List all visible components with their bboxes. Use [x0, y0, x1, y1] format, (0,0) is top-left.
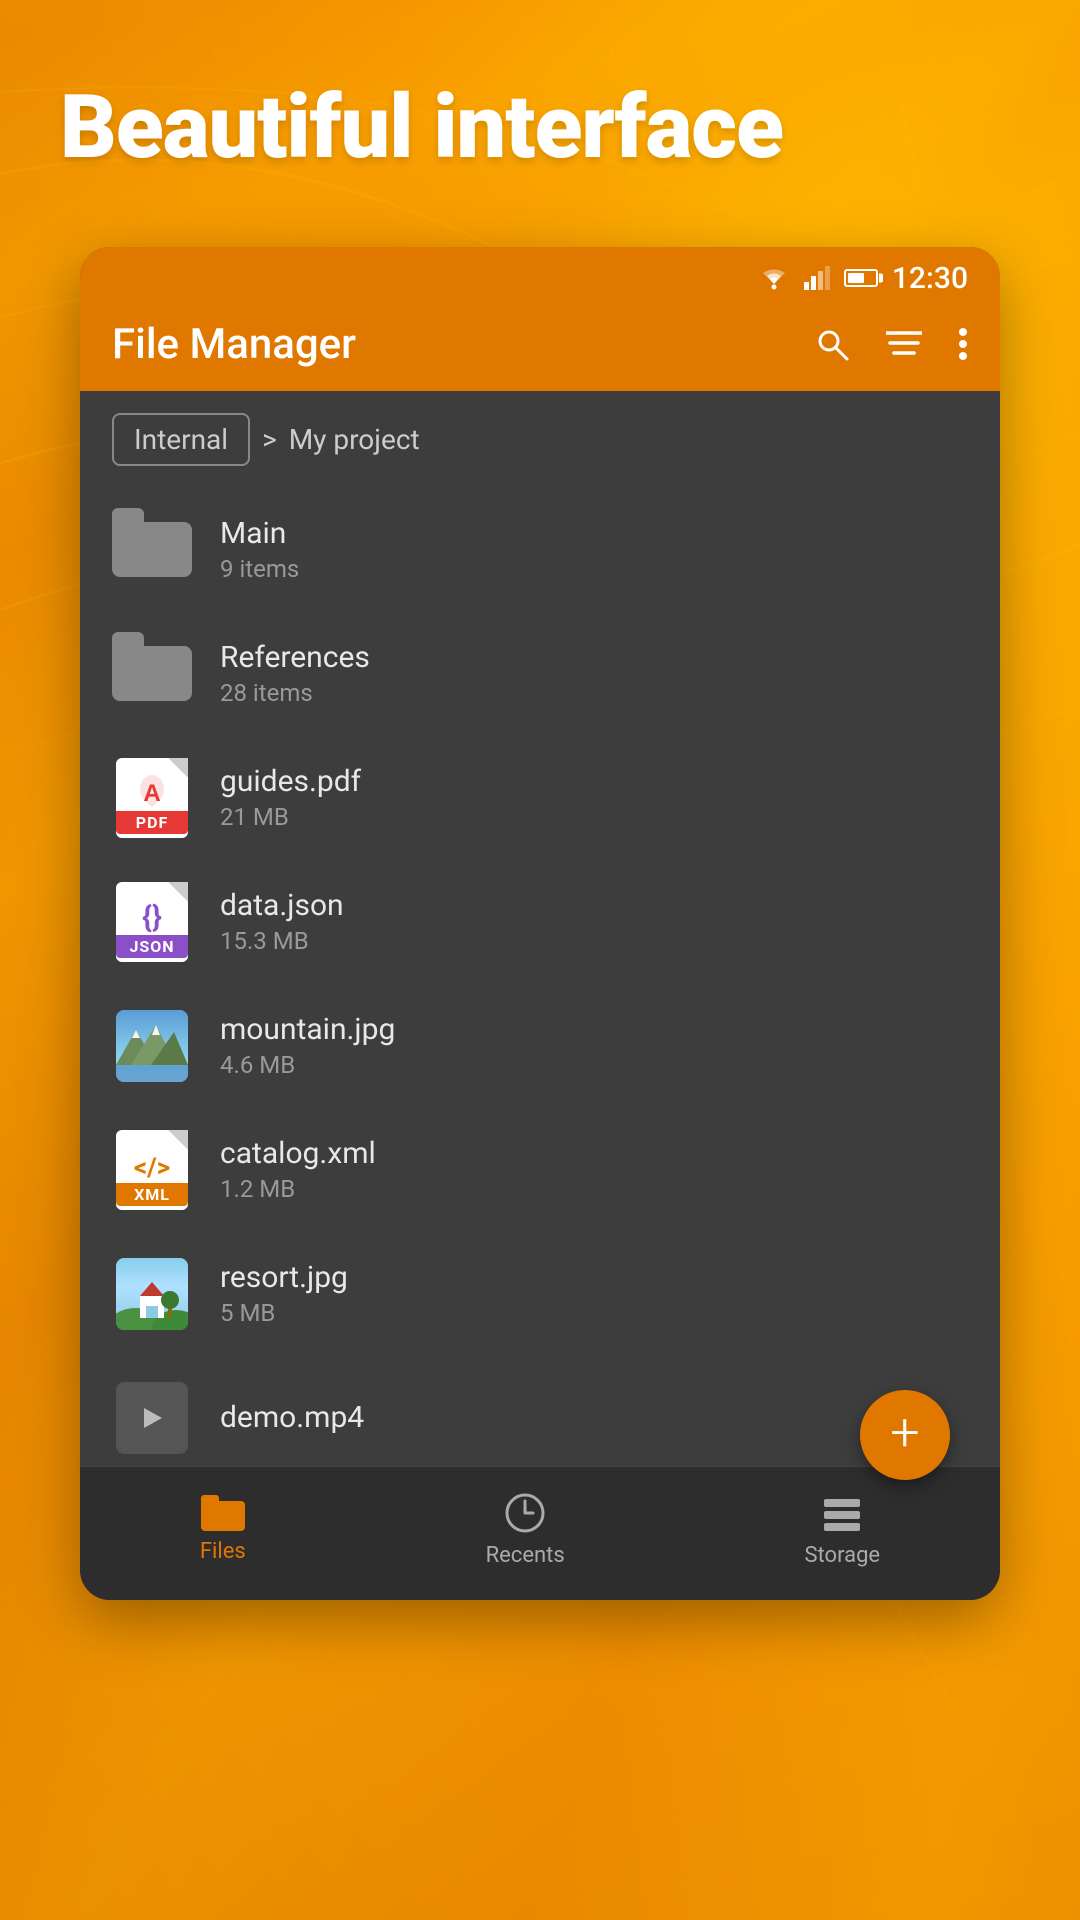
add-icon: +	[890, 1407, 919, 1459]
add-fab-button[interactable]: +	[860, 1390, 950, 1480]
file-info: resort.jpg 5 MB	[220, 1260, 968, 1327]
more-options-button[interactable]	[958, 327, 968, 361]
file-meta: 5 MB	[220, 1299, 968, 1327]
hero-title: Beautiful interface	[0, 0, 1080, 217]
nav-item-recents[interactable]: Recents	[446, 1483, 605, 1576]
file-info: data.json 15.3 MB	[220, 888, 968, 955]
file-name: data.json	[220, 888, 968, 923]
list-item[interactable]: Main 9 items	[80, 488, 1000, 612]
bottom-nav: Files Recents	[80, 1466, 1000, 1600]
battery-icon	[844, 269, 878, 287]
more-options-icon	[958, 327, 968, 361]
play-icon	[136, 1402, 168, 1434]
video-file-icon	[112, 1378, 192, 1458]
file-list: Main 9 items References 28 items	[80, 488, 1000, 1466]
app-bar-actions	[814, 326, 968, 362]
storage-nav-icon	[820, 1491, 864, 1535]
nav-item-files[interactable]: Files	[160, 1487, 286, 1572]
status-time: 12:30	[892, 261, 968, 296]
app-bar-title: File Manager	[112, 320, 356, 369]
file-name: catalog.xml	[220, 1136, 968, 1171]
json-file-icon: {} JSON	[112, 882, 192, 962]
xml-file-icon: </> XML	[112, 1130, 192, 1210]
breadcrumb-current-folder: My project	[289, 423, 420, 456]
list-item[interactable]: A PDF guides.pdf 21 MB	[80, 736, 1000, 860]
nav-label-recents: Recents	[486, 1543, 565, 1568]
files-nav-icon	[201, 1495, 245, 1531]
sort-button[interactable]	[886, 329, 922, 359]
breadcrumb: Internal > My project	[80, 391, 1000, 488]
breadcrumb-arrow: >	[262, 423, 277, 456]
phone-card: 12:30 File Manager	[80, 247, 1000, 1600]
recents-nav-icon	[503, 1491, 547, 1535]
status-icons: 12:30	[758, 261, 968, 296]
pdf-file-icon: A PDF	[112, 758, 192, 838]
svg-text:A: A	[143, 780, 160, 807]
folder-icon	[112, 510, 192, 590]
list-item[interactable]: {} JSON data.json 15.3 MB	[80, 860, 1000, 984]
app-bar: File Manager	[80, 304, 1000, 391]
list-item[interactable]: </> XML catalog.xml 1.2 MB	[80, 1108, 1000, 1232]
sort-icon	[886, 329, 922, 359]
file-info: Main 9 items	[220, 516, 968, 583]
search-icon	[814, 326, 850, 362]
file-info: References 28 items	[220, 640, 968, 707]
file-name: demo.mp4	[220, 1400, 968, 1435]
file-info: catalog.xml 1.2 MB	[220, 1136, 968, 1203]
signal-icon	[804, 266, 830, 290]
file-name: Main	[220, 516, 968, 551]
list-item[interactable]: mountain.jpg 4.6 MB	[80, 984, 1000, 1108]
search-button[interactable]	[814, 326, 850, 362]
file-meta: 28 items	[220, 679, 968, 707]
pdf-acrobat-icon: A	[132, 773, 172, 811]
file-name: References	[220, 640, 968, 675]
folder-icon	[112, 634, 192, 714]
breadcrumb-internal[interactable]: Internal	[112, 413, 250, 466]
file-info: guides.pdf 21 MB	[220, 764, 968, 831]
image-thumbnail	[112, 1006, 192, 1086]
file-info: demo.mp4	[220, 1400, 968, 1435]
nav-label-storage: Storage	[804, 1543, 880, 1568]
file-name: resort.jpg	[220, 1260, 968, 1295]
list-item[interactable]: resort.jpg 5 MB	[80, 1232, 1000, 1356]
file-name: guides.pdf	[220, 764, 968, 799]
file-meta: 15.3 MB	[220, 927, 968, 955]
file-info: mountain.jpg 4.6 MB	[220, 1012, 968, 1079]
list-item[interactable]: References 28 items	[80, 612, 1000, 736]
file-meta: 1.2 MB	[220, 1175, 968, 1203]
status-bar: 12:30	[80, 247, 1000, 304]
wifi-icon	[758, 266, 790, 290]
resort-image-thumbnail	[112, 1254, 192, 1334]
file-meta: 4.6 MB	[220, 1051, 968, 1079]
nav-item-storage[interactable]: Storage	[764, 1483, 920, 1576]
file-name: mountain.jpg	[220, 1012, 968, 1047]
nav-label-files: Files	[200, 1539, 246, 1564]
file-meta: 21 MB	[220, 803, 968, 831]
file-meta: 9 items	[220, 555, 968, 583]
